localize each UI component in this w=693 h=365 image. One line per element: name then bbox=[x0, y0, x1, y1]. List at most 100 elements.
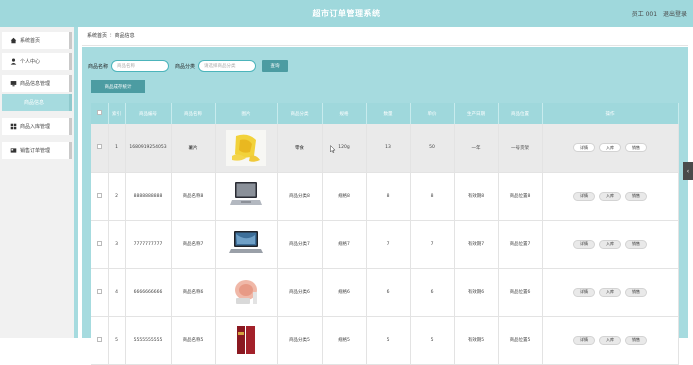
row-spec: 规格7 bbox=[322, 220, 367, 269]
table-row[interactable]: 2 8888888888 商品名称8 商品分类8 规格8 8 8 有效期8 商品… bbox=[91, 172, 679, 221]
row-select-cell[interactable] bbox=[91, 316, 109, 365]
sidebar-item-sales-orders[interactable]: 销售订单管理 bbox=[2, 142, 72, 159]
sidebar-item-label: 销售订单管理 bbox=[20, 148, 51, 154]
row-checkbox[interactable] bbox=[96, 144, 102, 150]
detail-button[interactable]: 详情 bbox=[573, 239, 595, 249]
row-code: 5555555555 bbox=[125, 316, 172, 365]
select-all-checkbox[interactable] bbox=[96, 110, 102, 115]
row-location: 商品位置7 bbox=[498, 220, 543, 269]
stock-in-button[interactable]: 入库 bbox=[599, 239, 621, 249]
header-date: 生产日期 bbox=[454, 103, 499, 124]
row-name: 薯片 bbox=[171, 124, 216, 173]
stock-in-button[interactable]: 入库 bbox=[599, 191, 621, 201]
stock-in-button[interactable]: 入库 bbox=[599, 335, 621, 345]
grid-icon bbox=[10, 123, 17, 130]
row-date: 有效期7 bbox=[454, 220, 499, 269]
name-search-label: 商品名称 bbox=[88, 63, 109, 70]
side-collapse-tab[interactable]: ‹ bbox=[683, 162, 693, 180]
row-category: 商品分类7 bbox=[277, 220, 323, 269]
sidebar-item-home[interactable]: 系统首页 bbox=[2, 32, 72, 49]
row-spec: 120g bbox=[322, 124, 367, 173]
row-index: 3 bbox=[108, 220, 126, 269]
row-index: 4 bbox=[108, 268, 126, 317]
table-row[interactable]: 3 7777777777 商品名称7 商品分类7 规格7 7 7 有效期7 商品… bbox=[91, 220, 679, 269]
top-bar: 超市订单管理系统 员工 001 退出登录 bbox=[0, 0, 693, 27]
detail-button[interactable]: 详情 bbox=[573, 191, 595, 201]
sale-button[interactable]: 销售 bbox=[625, 335, 647, 345]
person-icon bbox=[10, 58, 17, 65]
row-select-cell[interactable] bbox=[91, 220, 109, 269]
sidebar-item-label: 系统首页 bbox=[20, 38, 41, 44]
stock-stats-button[interactable]: 商品成存统计 bbox=[91, 80, 145, 93]
header-location: 商品位置 bbox=[498, 103, 543, 124]
row-location: 商品位置5 bbox=[498, 316, 543, 365]
sidebar-item-stock-in[interactable]: 商品入库管理 bbox=[2, 118, 72, 135]
detail-button[interactable]: 详情 bbox=[573, 287, 595, 297]
row-price: 7 bbox=[410, 220, 455, 269]
search-button[interactable]: 查询 bbox=[262, 60, 289, 72]
header-actions: 操作 bbox=[542, 103, 679, 124]
row-checkbox[interactable] bbox=[96, 240, 102, 246]
row-select-cell[interactable] bbox=[91, 172, 109, 221]
sidebar-item-label: 商品入库管理 bbox=[20, 124, 51, 130]
breadcrumb-separator: ⁝ bbox=[110, 33, 112, 39]
stock-in-button[interactable]: 入库 bbox=[599, 143, 621, 153]
sidebar: 系统首页 个人中心 商品信息管理 商品信息 商品入库管理 销售订单管理 bbox=[0, 27, 78, 338]
breadcrumb-divider bbox=[82, 45, 688, 46]
row-image-cell bbox=[215, 268, 278, 317]
app-title: 超市订单管理系统 bbox=[312, 9, 381, 18]
row-qty: 13 bbox=[366, 124, 411, 173]
header-index: 索引 bbox=[108, 103, 126, 124]
laptop-image bbox=[226, 226, 266, 262]
sale-button[interactable]: 销售 bbox=[625, 239, 647, 249]
sale-button[interactable]: 销售 bbox=[625, 287, 647, 297]
header-spec: 规格 bbox=[322, 103, 367, 124]
goods-table: 索引 商品编号 商品名称 图片 商品分类 规格 数量 单价 生产日期 商品位置 … bbox=[91, 103, 679, 365]
row-name: 商品名称7 bbox=[171, 220, 216, 269]
mouse-cursor-icon bbox=[330, 145, 336, 153]
sidebar-item-goods-management[interactable]: 商品信息管理 bbox=[2, 75, 72, 92]
row-select-cell[interactable] bbox=[91, 124, 109, 173]
header-select-all[interactable] bbox=[91, 103, 109, 124]
table-header: 索引 商品编号 商品名称 图片 商品分类 规格 数量 单价 生产日期 商品位置 … bbox=[91, 103, 679, 124]
detail-button[interactable]: 详情 bbox=[573, 143, 595, 153]
monitor-icon bbox=[10, 81, 17, 87]
sidebar-item-label: 个人中心 bbox=[20, 59, 41, 65]
breadcrumb-home[interactable]: 系统首页 bbox=[87, 33, 107, 39]
table-row[interactable]: 1 1680919254053 薯片 零食 120g 13 50 一年 一号货架… bbox=[91, 124, 679, 173]
detail-button[interactable]: 详情 bbox=[573, 335, 595, 345]
main-area: 系统首页 ⁝ 商品信息 商品名称 商品名称 商品分类 请选择商品分类 查询 商品成存… bbox=[78, 27, 688, 365]
category-search-label: 商品分类 bbox=[175, 63, 196, 70]
sidebar-item-goods-info[interactable]: 商品信息 bbox=[2, 94, 72, 111]
user-name: 员工 001 bbox=[631, 11, 658, 18]
sale-button[interactable]: 销售 bbox=[625, 191, 647, 201]
row-category: 商品分类8 bbox=[277, 172, 323, 221]
row-qty: 8 bbox=[366, 172, 411, 221]
row-name: 商品名称5 bbox=[171, 316, 216, 365]
breadcrumb-current: 商品信息 bbox=[114, 33, 135, 39]
user-area: 员工 001 退出登录 bbox=[628, 9, 687, 18]
header-price: 单价 bbox=[410, 103, 455, 124]
row-select-cell[interactable] bbox=[91, 268, 109, 317]
row-location: 商品位置6 bbox=[498, 268, 543, 317]
row-code: 8888888888 bbox=[125, 172, 172, 221]
sale-button[interactable]: 销售 bbox=[625, 143, 647, 153]
row-image-cell bbox=[215, 172, 278, 221]
row-checkbox[interactable] bbox=[96, 192, 102, 198]
row-date: 有效期5 bbox=[454, 316, 499, 365]
cosmetics-image bbox=[226, 274, 266, 310]
table-row[interactable]: 4 6666666666 商品名称6 商品分类6 规格6 6 6 有效期6 商品… bbox=[91, 268, 679, 317]
row-date: 有效期6 bbox=[454, 268, 499, 317]
row-code: 1680919254053 bbox=[125, 124, 172, 173]
row-image-cell bbox=[215, 124, 278, 173]
row-checkbox[interactable] bbox=[96, 288, 102, 294]
sidebar-item-profile[interactable]: 个人中心 bbox=[2, 53, 72, 70]
row-actions: 详情 入库 销售 bbox=[542, 124, 679, 173]
table-row[interactable]: 5 5555555555 商品名称5 商品分类5 规格5 5 5 有效期5 商品… bbox=[91, 316, 679, 365]
row-checkbox[interactable] bbox=[96, 336, 102, 342]
logout-link[interactable]: 退出登录 bbox=[663, 11, 687, 18]
name-search-input[interactable]: 商品名称 bbox=[111, 60, 170, 72]
row-name: 商品名称8 bbox=[171, 172, 216, 221]
category-search-input[interactable]: 请选择商品分类 bbox=[198, 60, 257, 72]
stock-in-button[interactable]: 入库 bbox=[599, 287, 621, 297]
